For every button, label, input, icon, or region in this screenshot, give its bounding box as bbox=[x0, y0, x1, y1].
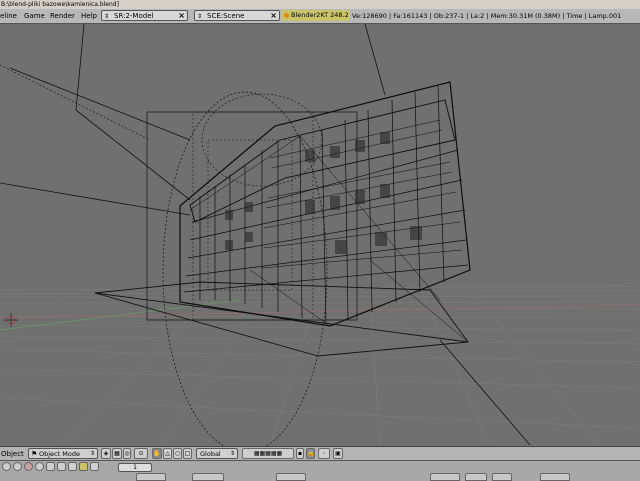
scale-manipulator-icon[interactable]: □ bbox=[183, 448, 192, 459]
scene-name[interactable]: SCE:Scene bbox=[207, 11, 244, 20]
pivot-icon[interactable]: ◎ bbox=[123, 448, 131, 459]
texture-icon[interactable] bbox=[90, 462, 99, 471]
engine-badge: Blender2KT 248.2 bbox=[282, 10, 350, 21]
object-icon[interactable] bbox=[46, 462, 55, 471]
material-icon[interactable] bbox=[24, 462, 33, 471]
world-icon[interactable] bbox=[35, 462, 44, 471]
camera-icon[interactable] bbox=[2, 462, 11, 471]
scene-icon[interactable] bbox=[79, 462, 88, 471]
translate-manipulator-icon[interactable]: △ bbox=[163, 448, 172, 459]
screen-browse-icon[interactable]: ⇕ bbox=[104, 12, 109, 20]
proportional-edit-icon[interactable]: ◦ bbox=[318, 448, 330, 459]
scene-stats: Ve:128690 | Fa:161143 | Ob:237-1 | La:2 … bbox=[352, 12, 622, 20]
x-axis-line bbox=[0, 304, 640, 319]
rotate-manipulator-icon[interactable]: ○ bbox=[173, 448, 182, 459]
viewport-canvas[interactable] bbox=[0, 24, 640, 446]
manipulator-toggle-icon[interactable]: ✋ bbox=[152, 448, 162, 459]
menu-file[interactable]: eline bbox=[0, 9, 17, 23]
screen-delete-icon[interactable]: × bbox=[178, 11, 185, 20]
screen-name[interactable]: SR:2-Model bbox=[114, 11, 153, 20]
ground-grid bbox=[0, 285, 640, 446]
chevron-down-icon: ⇕ bbox=[89, 450, 95, 457]
orientation-label[interactable]: Global bbox=[200, 449, 221, 459]
orientation-select[interactable]: Global ⇕ bbox=[196, 448, 238, 459]
pivot-select[interactable]: ⊙ bbox=[134, 448, 148, 459]
menu-help[interactable]: Help bbox=[81, 9, 97, 23]
scene-selector[interactable]: ⇕ SCE:Scene × bbox=[194, 10, 280, 21]
3d-viewport[interactable] bbox=[0, 24, 640, 446]
frame-number-field[interactable]: 1 bbox=[118, 463, 152, 472]
menu-render[interactable]: Render bbox=[50, 9, 75, 23]
blender-logo-icon bbox=[284, 13, 289, 18]
screen-selector[interactable]: ⇕ SR:2-Model × bbox=[101, 10, 188, 21]
file-path: B:\blend-pliki bazowe\kamienica.blend] bbox=[1, 1, 119, 8]
draw-type-icon[interactable]: ◈ bbox=[101, 448, 111, 459]
lamp-direction-line bbox=[0, 64, 151, 141]
layer-toggle-icon[interactable]: ▪ bbox=[296, 448, 304, 459]
shading-icon[interactable]: ▦ bbox=[112, 448, 122, 459]
info-header: eline Game Render Help ⇕ SR:2-Model × ⇕ … bbox=[0, 9, 640, 24]
render-icon[interactable]: ▣ bbox=[333, 448, 343, 459]
layer-buttons[interactable]: ▦▦▦▦▦ bbox=[242, 448, 294, 459]
scene-delete-icon[interactable]: × bbox=[270, 11, 277, 20]
engine-label: Blender2KT 248.2 bbox=[291, 11, 349, 19]
scene-browse-icon[interactable]: ⇕ bbox=[197, 12, 202, 20]
y-axis-line bbox=[0, 299, 241, 331]
mode-icon: ⚑ bbox=[31, 450, 38, 458]
menu-object[interactable]: Object bbox=[1, 447, 24, 461]
chevron-down-icon: ⇕ bbox=[229, 450, 235, 457]
mesh-icon[interactable] bbox=[57, 462, 66, 471]
render-icon[interactable] bbox=[68, 462, 77, 471]
buttons-window: 1 bbox=[0, 460, 640, 481]
menu-game[interactable]: Game bbox=[24, 9, 45, 23]
viewport-header: Object ⚑ Object Mode ⇕ ◈ ▦ ◎ ⊙ ✋ △ ○ □ G… bbox=[0, 446, 640, 461]
mode-select[interactable]: ⚑ Object Mode ⇕ bbox=[28, 448, 98, 459]
lamp-icon[interactable] bbox=[13, 462, 22, 471]
mode-label[interactable]: Object Mode bbox=[39, 449, 80, 459]
lock-icon[interactable]: 🔒 bbox=[306, 448, 315, 459]
